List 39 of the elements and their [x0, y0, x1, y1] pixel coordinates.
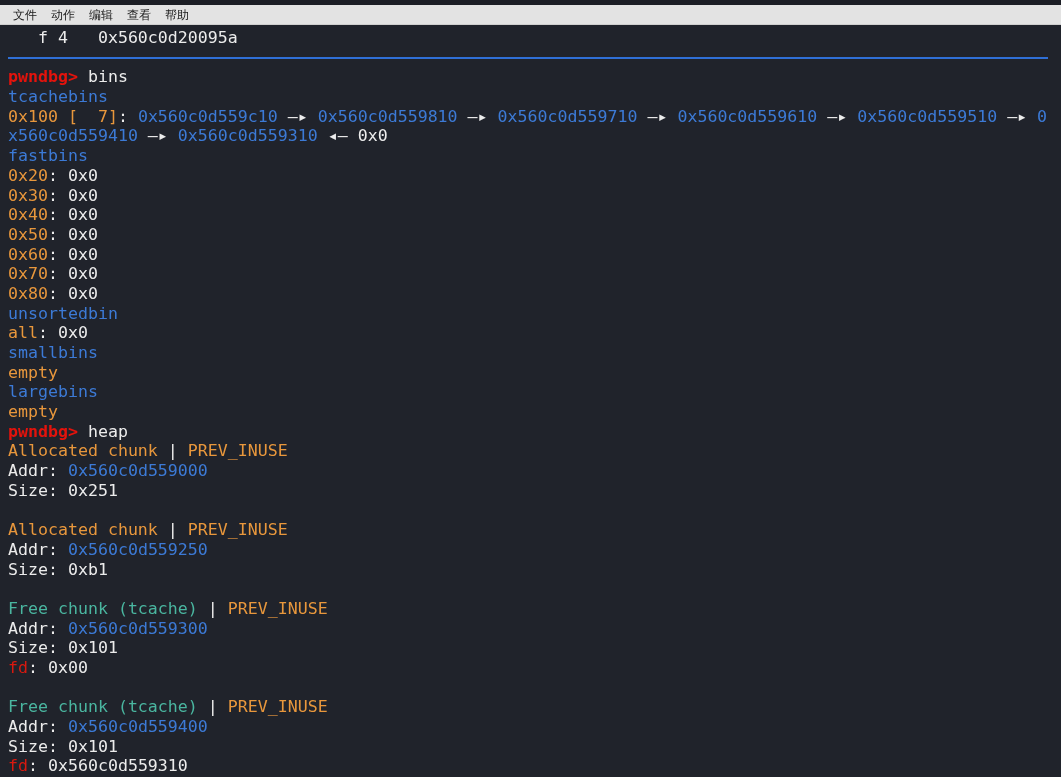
terminal-line: f 4 0x560c0d20095a — [37, 28, 238, 48]
terminal-line: 0x30: 0x0 — [8, 185, 98, 206]
menu-item[interactable]: 编辑 — [89, 7, 113, 22]
terminal-line: Addr: 0x560c0d559300 — [8, 618, 208, 639]
terminal-line: 0x50: 0x0 — [8, 224, 98, 245]
terminal-line: Addr: 0x560c0d559400 — [8, 717, 208, 737]
terminal-line: 0x60: 0x0 — [8, 244, 98, 265]
terminal-line: Addr: 0x560c0d559250 — [8, 539, 208, 560]
terminal-line: Size: 0x101 — [8, 736, 118, 757]
terminal-line: fd: 0x00 — [8, 658, 88, 678]
terminal-line: unsortedbin — [8, 303, 118, 324]
terminal-line: Size: 0x101 — [8, 638, 118, 658]
terminal-line: empty — [8, 402, 58, 422]
terminal-line: Size: 0x251 — [8, 480, 118, 501]
terminal-line: 0x70: 0x0 — [8, 264, 98, 284]
terminal-line: largebins — [8, 382, 98, 403]
terminal-line: Free chunk (tcache) | PREV_INUSE — [8, 697, 328, 718]
menu-item[interactable]: 查看 — [127, 7, 151, 22]
menu-item[interactable]: 文件 — [13, 7, 37, 22]
menu-item[interactable]: 帮助 — [165, 7, 189, 22]
terminal-line: Size: 0xb1 — [8, 559, 108, 580]
terminal-line: Addr: 0x560c0d559000 — [8, 461, 208, 481]
terminal-line: Allocated chunk | PREV_INUSE — [8, 441, 288, 462]
terminal-line: fd: 0x560c0d559310 — [8, 756, 188, 777]
terminal-line: smallbins — [8, 343, 98, 363]
terminal-line: 0x80: 0x0 — [8, 283, 98, 304]
terminal-line: 0x100 [ 7]: 0x560c0d559c10 —▸ 0x560c0d559810 —▸ 0x560c0d559710 —▸ 0x560c0d559610 —▸ 0x560c0d559510 —▸ 0 — [8, 106, 1048, 127]
command-line: pwndbg> bins — [8, 67, 128, 88]
menu-item[interactable]: 动作 — [51, 7, 75, 22]
terminal-line: fastbins — [8, 146, 88, 166]
terminal-line: all: 0x0 — [8, 323, 88, 343]
terminal-line: 0x40: 0x0 — [8, 205, 98, 225]
command-line: pwndbg> heap — [8, 421, 128, 442]
terminal-line: Free chunk (tcache) | PREV_INUSE — [8, 598, 328, 619]
terminal-line: x560c0d559410 —▸ 0x560c0d559310 ◂— 0x0 — [8, 126, 388, 147]
terminal-line: empty — [8, 362, 58, 383]
terminal-line: 0x20: 0x0 — [8, 165, 98, 186]
terminal-line: tcachebins — [8, 87, 108, 107]
terminal-line: Allocated chunk | PREV_INUSE — [8, 520, 288, 540]
